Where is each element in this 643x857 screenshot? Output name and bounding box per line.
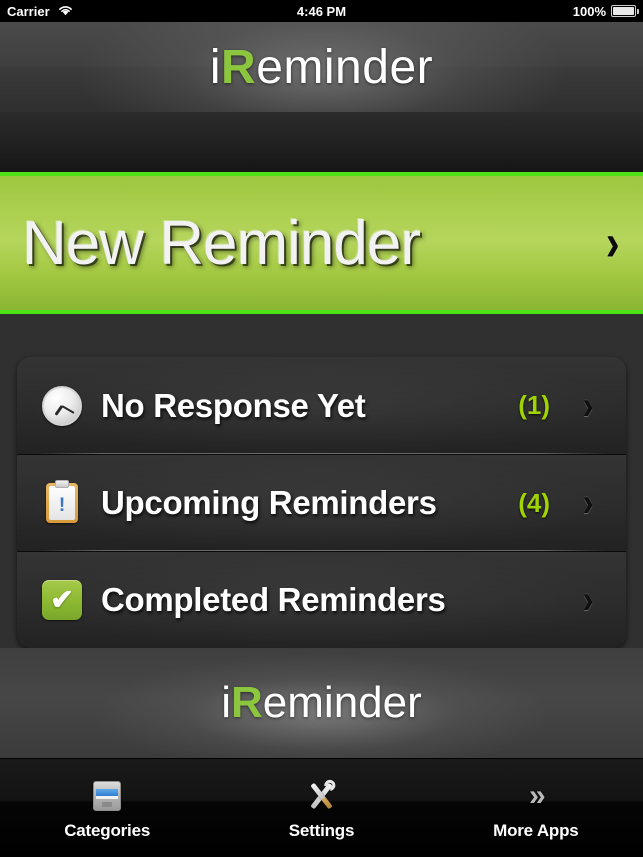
list-item-label: No Response Yet xyxy=(101,386,366,424)
new-reminder-button[interactable]: New Reminder › xyxy=(0,172,643,314)
status-bar-time: 4:46 PM xyxy=(296,3,347,19)
battery-percent-label: 100% xyxy=(572,3,606,19)
clipboard-icon: ! xyxy=(41,480,83,524)
footer-logo-suffix: eminder xyxy=(262,678,422,727)
file-cabinet-icon xyxy=(93,779,122,813)
new-reminder-label: New Reminder xyxy=(22,208,421,278)
tab-more-apps[interactable]: » More Apps xyxy=(429,759,643,857)
checkmark-glyph: ✔ xyxy=(42,580,82,620)
footer-logo-accent: R xyxy=(231,678,263,727)
list-item-completed-reminders[interactable]: ✔ Completed Reminders › xyxy=(17,551,626,648)
category-list: No Response Yet (1) › ! Upcoming Reminde… xyxy=(17,357,626,648)
footer-logo: iReminder xyxy=(221,678,422,728)
list-item-upcoming-reminders[interactable]: ! Upcoming Reminders (4) › xyxy=(17,454,626,551)
footer-logo-prefix: i xyxy=(221,678,232,727)
battery-icon xyxy=(611,5,639,17)
status-bar-right: 100% xyxy=(572,3,639,19)
tab-label: Categories xyxy=(64,821,151,840)
double-chevron-icon: » xyxy=(528,779,546,813)
chevron-right-icon: › xyxy=(582,383,594,428)
logo-prefix: i xyxy=(209,40,222,94)
tab-bar: Categories Settings » More Apps xyxy=(0,758,643,857)
tab-label: Settings xyxy=(288,821,355,840)
list-item-no-response-yet[interactable]: No Response Yet (1) › xyxy=(17,357,626,454)
list-item-label: Upcoming Reminders xyxy=(101,484,437,521)
app-screen: Carrier 4:46 PM 100% iReminder New Remin… xyxy=(0,0,643,857)
clipboard-mark: ! xyxy=(58,494,66,516)
logo-suffix: eminder xyxy=(256,40,434,94)
logo-accent: R xyxy=(221,40,257,94)
chevron-right-icon: › xyxy=(605,214,620,272)
new-reminder-inner: New Reminder › xyxy=(0,208,643,279)
tools-icon xyxy=(305,779,337,813)
tab-settings[interactable]: Settings xyxy=(214,759,428,857)
footer-branding: iReminder xyxy=(0,648,643,758)
chevron-right-icon: › xyxy=(582,578,594,622)
tab-label: More Apps xyxy=(493,821,579,840)
list-item-label: Completed Reminders xyxy=(101,581,446,618)
checkmark-icon: ✔ xyxy=(41,579,83,621)
tab-categories[interactable]: Categories xyxy=(0,759,214,857)
status-bar: Carrier 4:46 PM 100% xyxy=(0,0,643,22)
clock-icon xyxy=(41,385,83,427)
chevron-right-icon: › xyxy=(582,481,594,525)
status-badge: (1) xyxy=(518,390,550,420)
double-chevron-glyph: » xyxy=(528,779,546,812)
page-title: iReminder xyxy=(210,40,433,95)
status-badge: (4) xyxy=(518,487,550,518)
app-header: iReminder xyxy=(0,22,643,112)
header-gap-strip xyxy=(0,112,643,172)
